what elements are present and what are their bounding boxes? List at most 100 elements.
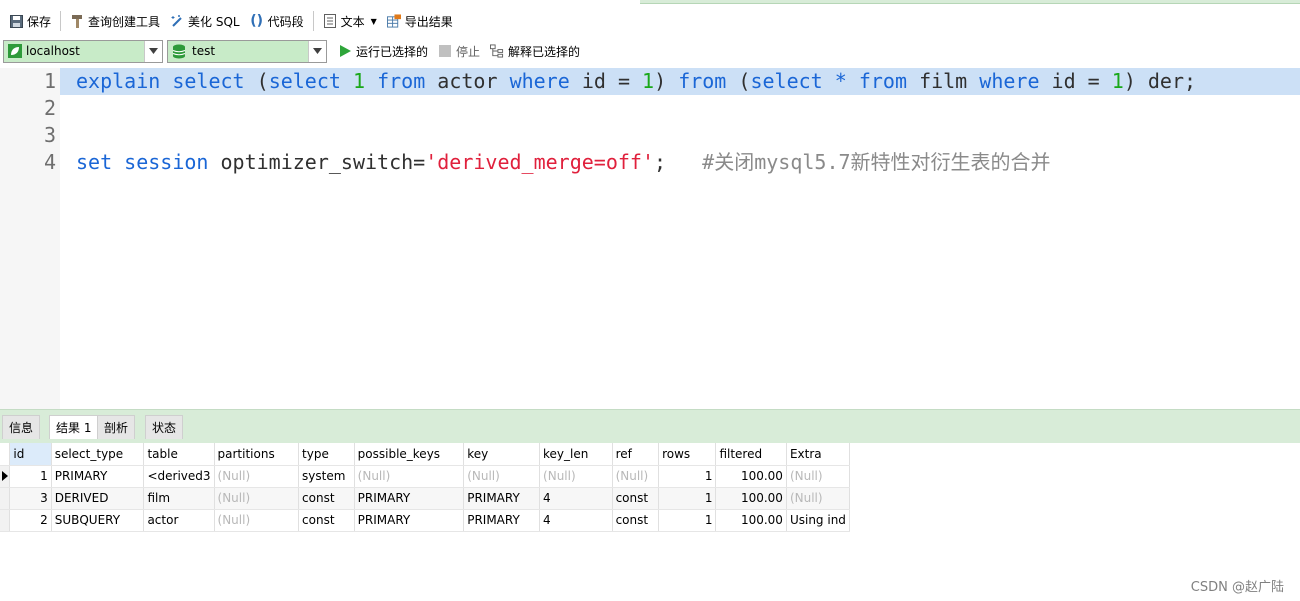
query-builder-button[interactable]: 查询创建工具: [65, 9, 165, 33]
line-number-gutter: 1 2 3 4: [0, 68, 60, 409]
sql-editor[interactable]: 1 2 3 4 explain select (select 1 from ac…: [0, 68, 1300, 409]
cell[interactable]: (Null): [786, 487, 851, 510]
row-pointer-icon[interactable]: [0, 465, 11, 488]
table-row[interactable]: 3 DERIVED film (Null) const PRIMARY PRIM…: [0, 487, 851, 510]
cell[interactable]: 4: [539, 509, 613, 532]
column-header[interactable]: possible_keys: [354, 443, 465, 466]
document-icon: [323, 14, 337, 28]
stop-button[interactable]: 停止: [433, 39, 485, 63]
cell[interactable]: (Null): [786, 465, 851, 488]
cell[interactable]: Using ind: [786, 509, 851, 532]
cell[interactable]: (Null): [354, 465, 465, 488]
database-cylinder-icon: [172, 44, 186, 59]
top-strip: [0, 0, 1300, 4]
cell[interactable]: DERIVED: [51, 487, 145, 510]
cell[interactable]: (Null): [214, 509, 300, 532]
explain-tree-icon: [490, 44, 504, 58]
cell[interactable]: (Null): [612, 465, 660, 488]
chevron-down-icon[interactable]: [308, 40, 326, 62]
cell[interactable]: 100.00: [715, 465, 787, 488]
code-line-4[interactable]: set session optimizer_switch='derived_me…: [76, 149, 1051, 176]
cell[interactable]: 1: [658, 465, 717, 488]
cell[interactable]: 100.00: [715, 487, 787, 510]
floppy-disk-icon: [9, 14, 23, 28]
column-header[interactable]: key: [463, 443, 541, 466]
row-selector[interactable]: [0, 487, 11, 510]
text-mode-button[interactable]: 文本 ▼: [318, 9, 382, 33]
cell[interactable]: PRIMARY: [354, 487, 465, 510]
column-header[interactable]: type: [298, 443, 355, 466]
cell[interactable]: const: [612, 509, 660, 532]
cell[interactable]: 1: [658, 487, 717, 510]
cell[interactable]: <derived3: [143, 465, 215, 488]
toolbar-divider: [60, 11, 62, 31]
cell[interactable]: PRIMARY: [463, 509, 541, 532]
cell[interactable]: (Null): [214, 465, 300, 488]
export-results-button[interactable]: 导出结果: [382, 9, 458, 33]
column-header[interactable]: filtered: [715, 443, 787, 466]
row-selector-header: [0, 443, 11, 466]
cell[interactable]: (Null): [539, 465, 613, 488]
explain-selected-button[interactable]: 解释已选择的: [485, 39, 585, 63]
cell[interactable]: 4: [539, 487, 613, 510]
main-toolbar: 保存 查询创建工具 美化 SQL () 代码段 文本 ▼ 导出结果: [0, 6, 1300, 36]
tab-result-1[interactable]: 结果 1: [49, 415, 99, 439]
cell[interactable]: 1: [658, 509, 717, 532]
tab-status[interactable]: 状态: [145, 415, 184, 439]
cell[interactable]: actor: [143, 509, 215, 532]
export-grid-icon: [386, 14, 401, 28]
row-selector[interactable]: [0, 509, 11, 532]
line-number: 3: [43, 123, 56, 147]
cell[interactable]: PRIMARY: [51, 465, 145, 488]
column-header[interactable]: table: [143, 443, 215, 466]
column-header[interactable]: select_type: [51, 443, 145, 466]
column-header[interactable]: id: [9, 443, 52, 466]
cell[interactable]: (Null): [463, 465, 541, 488]
chevron-down-icon[interactable]: ▼: [371, 17, 377, 26]
watermark: CSDN @赵广陆: [1190, 580, 1284, 595]
cell[interactable]: SUBQUERY: [51, 509, 145, 532]
column-header[interactable]: Extra: [786, 443, 851, 466]
save-button[interactable]: 保存: [4, 9, 56, 33]
server-leaf-icon: [8, 44, 22, 58]
beautify-sql-button[interactable]: 美化 SQL: [165, 9, 245, 33]
tab-info[interactable]: 信息: [2, 415, 41, 439]
line-number: 4: [43, 150, 56, 174]
cell[interactable]: 3: [9, 487, 52, 510]
toolbar-divider: [312, 11, 314, 31]
code-snippet-button[interactable]: () 代码段: [245, 9, 309, 33]
grid-header-row: id select_type table partitions type pos…: [0, 443, 851, 466]
cell[interactable]: PRIMARY: [463, 487, 541, 510]
hammer-icon: [70, 14, 84, 28]
cell[interactable]: system: [298, 465, 355, 488]
column-header[interactable]: partitions: [214, 443, 300, 466]
code-line-1[interactable]: explain select (select 1 from actor wher…: [76, 68, 1196, 95]
cell[interactable]: 2: [9, 509, 52, 532]
run-selected-button[interactable]: 运行已选择的: [333, 39, 433, 63]
cell[interactable]: film: [143, 487, 215, 510]
column-header[interactable]: key_len: [539, 443, 613, 466]
column-header[interactable]: ref: [612, 443, 660, 466]
cell[interactable]: const: [298, 509, 355, 532]
result-tabs: 信息 结果 1 剖析 状态: [0, 409, 1300, 443]
database-select[interactable]: test: [167, 39, 327, 63]
column-header[interactable]: rows: [658, 443, 717, 466]
cell[interactable]: 100.00: [715, 509, 787, 532]
chevron-down-icon[interactable]: [144, 40, 162, 62]
cell[interactable]: (Null): [214, 487, 300, 510]
play-icon: [338, 44, 352, 58]
cell[interactable]: 1: [9, 465, 52, 488]
line-number: 2: [43, 96, 56, 120]
table-row[interactable]: 2 SUBQUERY actor (Null) const PRIMARY PR…: [0, 509, 851, 532]
tab-profile[interactable]: 剖析: [97, 415, 136, 439]
result-grid[interactable]: id select_type table partitions type pos…: [0, 443, 851, 532]
parentheses-icon: (): [250, 13, 263, 29]
connection-toolbar: localhost test 运行已选择的 停止 解释已选择的: [0, 37, 1300, 65]
cell[interactable]: const: [298, 487, 355, 510]
line-number: 1: [43, 69, 56, 93]
cell[interactable]: const: [612, 487, 660, 510]
table-row[interactable]: 1 PRIMARY <derived3 (Null) system (Null)…: [0, 465, 851, 488]
cell[interactable]: PRIMARY: [354, 509, 465, 532]
magic-wand-icon: [170, 14, 184, 28]
host-select[interactable]: localhost: [3, 39, 163, 63]
